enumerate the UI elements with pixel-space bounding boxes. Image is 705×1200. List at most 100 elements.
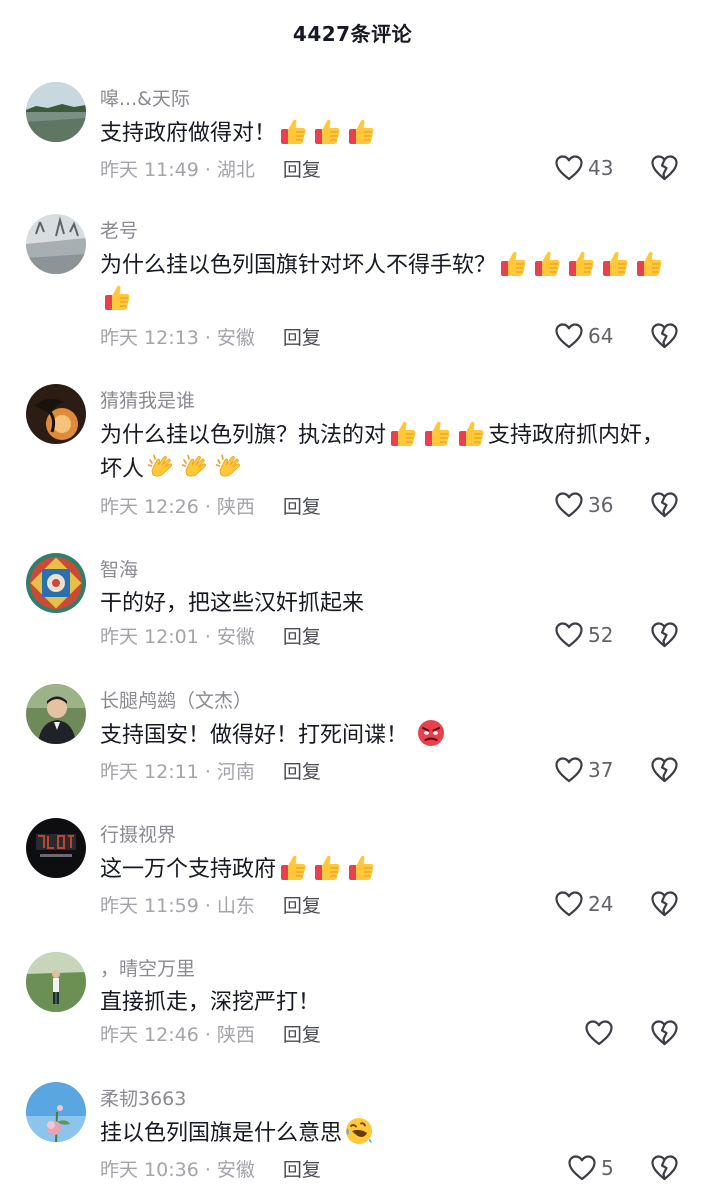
comment-meta: 昨天 10:36 · 安徽 回复 <box>100 1152 321 1184</box>
username[interactable]: 长腿鸬鹚（文杰） <box>100 686 252 713</box>
like-count: 52 <box>588 623 614 647</box>
reply-button[interactable]: 回复 <box>283 757 321 784</box>
thumbs-up-emoji <box>388 418 418 448</box>
comment-meta: 昨天 12:13 · 安徽 回复 <box>100 320 321 352</box>
reply-button[interactable]: 回复 <box>283 622 321 649</box>
like-count: 43 <box>588 156 614 180</box>
heart-outline-icon <box>555 757 583 783</box>
thumbs-up-emoji <box>278 116 308 146</box>
comment-meta: 昨天 12:11 · 河南 回复 <box>100 754 321 786</box>
dislike-button[interactable] <box>651 754 678 786</box>
comment-text: 为什么挂以色列旗？执法的对 支持政府抓内奸，坏人 <box>100 418 680 486</box>
avatar[interactable] <box>26 384 86 444</box>
broken-heart-icon <box>651 622 678 648</box>
dislike-button[interactable] <box>651 888 678 920</box>
thumbs-up-emoji <box>498 248 528 278</box>
thumbs-up-emoji <box>312 116 342 146</box>
comment-text: 直接抓走，深挖严打！ <box>100 986 680 1019</box>
broken-heart-icon <box>651 1155 678 1181</box>
reply-button[interactable]: 回复 <box>283 1020 321 1047</box>
comment-text: 这一万个支持政府 <box>100 852 680 886</box>
reply-button[interactable]: 回复 <box>283 323 321 350</box>
like-count: 64 <box>588 324 614 348</box>
comment-text-body: 直接抓走，深挖严打！ <box>100 990 321 1015</box>
angry-face-emoji <box>416 718 446 748</box>
thumbs-up-emoji <box>634 248 664 278</box>
avatar[interactable] <box>26 82 86 142</box>
timestamp-location: 昨天 12:11 · 河南 <box>100 760 255 783</box>
heart-outline-icon <box>555 492 583 518</box>
comment-text: 支持国安！做得好！打死间谍！ <box>100 718 680 752</box>
thumbs-up-emoji <box>456 418 486 448</box>
reply-button[interactable]: 回复 <box>283 492 321 519</box>
username[interactable]: 猜猜我是谁 <box>100 386 195 413</box>
thumbs-up-emoji <box>102 282 132 312</box>
like-button[interactable]: 43 <box>555 152 613 184</box>
thumbs-up-emoji <box>346 852 376 882</box>
broken-heart-icon <box>651 757 678 783</box>
timestamp-location: 昨天 11:49 · 湖北 <box>100 158 255 181</box>
comment-text: 支持政府做得对！ <box>100 116 680 150</box>
like-button[interactable]: 52 <box>555 619 613 651</box>
like-button[interactable] <box>585 1017 618 1049</box>
broken-heart-icon <box>651 492 678 518</box>
avatar[interactable] <box>26 553 86 613</box>
like-count: 37 <box>588 758 614 782</box>
thumbs-up-emoji <box>532 248 562 278</box>
comment-meta: 昨天 12:46 · 陕西 回复 <box>100 1017 321 1049</box>
comment-text-body: 为什么挂以色列旗？执法的对 <box>100 423 387 448</box>
reply-button[interactable]: 回复 <box>283 1155 321 1182</box>
comment-text-body: 支持政府做得对！ <box>100 121 277 146</box>
broken-heart-icon <box>651 155 678 181</box>
timestamp-location: 昨天 10:36 · 安徽 <box>100 1158 255 1181</box>
dislike-button[interactable] <box>651 1017 678 1049</box>
timestamp-location: 昨天 12:26 · 陕西 <box>100 495 255 518</box>
like-button[interactable]: 64 <box>555 320 613 352</box>
username[interactable]: 智海 <box>100 555 138 582</box>
username[interactable]: 行摄视界 <box>100 820 176 847</box>
username[interactable]: 柔韧3663 <box>100 1084 186 1111</box>
dislike-button[interactable] <box>651 320 678 352</box>
avatar[interactable] <box>26 214 86 274</box>
avatar[interactable] <box>26 952 86 1012</box>
comment-text-body: 挂以色列国旗是什么意思 <box>100 1121 343 1146</box>
avatar[interactable] <box>26 818 86 878</box>
thumbs-up-emoji <box>566 248 596 278</box>
broken-heart-icon <box>651 1020 678 1046</box>
dislike-button[interactable] <box>651 152 678 184</box>
reply-button[interactable]: 回复 <box>283 155 321 182</box>
like-button[interactable]: 5 <box>568 1152 614 1184</box>
dislike-button[interactable] <box>651 1152 678 1184</box>
heart-outline-icon <box>555 323 583 349</box>
like-count: 24 <box>588 892 614 916</box>
thumbs-up-emoji <box>278 852 308 882</box>
like-button[interactable]: 37 <box>555 754 613 786</box>
clapping-hands-emoji <box>180 452 210 482</box>
username[interactable]: 嗥...&天际 <box>100 84 190 111</box>
comment-text-body: 干的好，把这些汉奸抓起来 <box>100 591 365 616</box>
avatar[interactable] <box>26 684 86 744</box>
heart-outline-icon <box>585 1020 613 1046</box>
like-count: 5 <box>601 1156 614 1180</box>
comment-meta: 昨天 11:59 · 山东 回复 <box>100 888 321 920</box>
username[interactable]: ，晴空万里 <box>100 954 195 981</box>
like-button[interactable]: 36 <box>555 489 613 521</box>
dislike-button[interactable] <box>651 489 678 521</box>
timestamp-location: 昨天 12:01 · 安徽 <box>100 625 255 648</box>
heart-outline-icon <box>555 891 583 917</box>
broken-heart-icon <box>651 323 678 349</box>
comment-text: 挂以色列国旗是什么意思 <box>100 1116 680 1150</box>
dislike-button[interactable] <box>651 619 678 651</box>
heart-outline-icon <box>568 1155 596 1181</box>
comment-text: 干的好，把这些汉奸抓起来 <box>100 587 680 620</box>
username[interactable]: 老号 <box>100 216 138 243</box>
comments-header: 4427条评论 <box>0 0 705 64</box>
comment-meta: 昨天 12:26 · 陕西 回复 <box>100 489 321 521</box>
thumbs-up-emoji <box>312 852 342 882</box>
like-button[interactable]: 24 <box>555 888 613 920</box>
timestamp-location: 昨天 11:59 · 山东 <box>100 894 255 917</box>
avatar[interactable] <box>26 1082 86 1142</box>
timestamp-location: 昨天 12:46 · 陕西 <box>100 1023 255 1046</box>
reply-button[interactable]: 回复 <box>283 891 321 918</box>
comment-text-body: 为什么挂以色列国旗针对坏人不得手软？ <box>100 253 497 278</box>
